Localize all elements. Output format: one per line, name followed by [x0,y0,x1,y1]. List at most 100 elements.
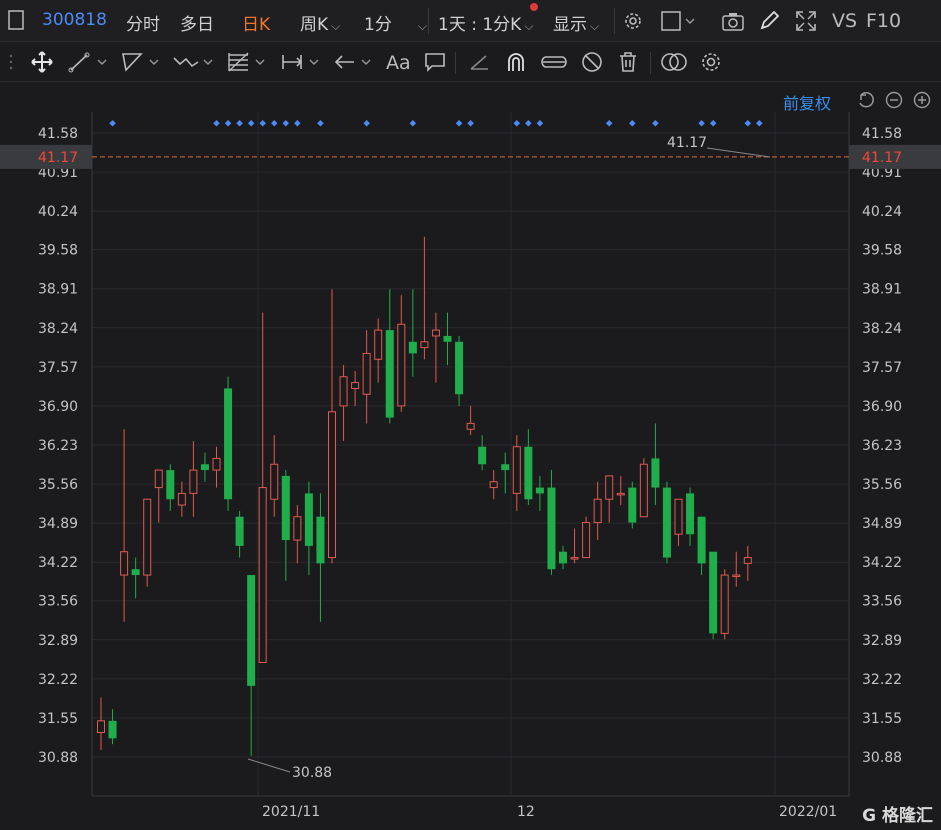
pencil-icon[interactable] [758,10,780,37]
period-select[interactable]: 1天 : 1分K ⌵ [438,10,533,35]
candle-body-down [385,330,394,418]
candle-body-up [189,469,198,494]
candle-body-down [455,341,464,395]
y-tick-label-left: 36.90 [38,399,78,415]
tab-intraday[interactable]: 分时 [126,10,160,35]
sidebar-toggle-icon[interactable] [8,9,24,36]
tab-multi-day[interactable]: 多日 [180,10,214,35]
candle-body-down [235,516,244,546]
candle-body-down [524,446,533,500]
candle-body-down [535,487,544,494]
line-tool-icon[interactable] [68,50,112,74]
candle-body-up [362,352,371,395]
y-tick-label-right: 40.24 [862,204,902,220]
y-tick-label-left: 39.58 [38,243,78,259]
candle-body-up [593,498,602,524]
tab-daily-k[interactable]: 日K [242,10,270,35]
top-bar: 300818 分时 多日 日K 周K ⌵ 1分 ⌵ 1天 : 1分K ⌵ 显示 ⌵ VS… [0,0,941,42]
y-tick-label-right: 33.56 [862,594,902,610]
candle-body-up [743,557,752,564]
y-tick-label-left: 38.91 [38,282,78,298]
y-tick-label-left: 30.88 [38,750,78,766]
candle [628,481,637,529]
candle-body-down [108,720,117,739]
zoom-in-icon[interactable] [913,91,931,109]
y-tick-label-left: 34.22 [38,555,78,571]
candle [639,458,648,518]
candle-body-down [166,470,175,500]
candle [720,569,729,640]
link-icon[interactable] [541,50,567,74]
fib-tool-icon[interactable] [226,50,270,74]
reset-icon[interactable] [857,91,875,109]
trash-icon[interactable] [617,50,639,74]
arrow-tool-icon[interactable] [332,50,376,74]
candle-body-up [258,487,267,664]
candle-body-down [628,487,637,523]
candle-body-down [662,487,671,558]
ruler-icon[interactable] [468,50,492,74]
move-icon[interactable] [30,50,54,74]
y-tick-label-left: 31.55 [38,711,78,727]
x-axis: 2021/11 12 2022/01 [262,804,837,820]
tool-settings-icon[interactable] [699,50,723,74]
y-tick-label-right: 36.90 [862,399,902,415]
candlestick-chart[interactable]: 41.5840.9140.2439.5838.9138.2437.5736.90… [0,112,941,830]
candle-body-up [605,475,614,500]
candle-body-down [304,493,313,546]
y-tick-label-left: 33.56 [38,594,78,610]
candle-body-up [616,492,625,496]
candle-body-down [131,569,140,576]
candle-body-down [709,551,718,634]
layout-icon[interactable] [661,10,697,37]
tab-minute[interactable]: 1分 ⌵ [364,10,427,35]
candle-body-up [177,492,186,506]
candle-body-up [720,574,729,634]
text-tool[interactable]: Aa [386,52,411,76]
current-price-label-left: 41.17 [38,150,78,166]
settings-icon[interactable] [622,10,644,37]
candle-body-down [501,464,510,471]
candle-body-up [674,498,683,535]
y-tick-label-right: 36.23 [862,438,902,454]
x-tick-label: 12 [517,804,535,820]
candle-body-up [339,376,348,407]
y-tick-label-right: 38.24 [862,321,902,337]
x-tick-label: 2021/11 [262,804,320,820]
magnet-icon[interactable] [504,50,528,74]
y-tick-label-right: 38.91 [862,282,902,298]
candle-body-up [397,323,406,407]
candle-body-up [639,463,648,518]
candle [143,498,152,587]
comment-tool-icon[interactable] [423,50,447,74]
candle-body-up [489,481,498,489]
measure-tool-icon[interactable] [280,50,324,74]
candle-body-down [247,575,256,686]
y-tick-label-right: 39.58 [862,243,902,259]
zoom-out-icon[interactable] [885,91,903,109]
polyline-tool-icon[interactable] [120,50,164,74]
low-annotation-label: 30.88 [292,765,332,781]
y-tick-label-right: 34.22 [862,555,902,571]
candle-body-down [224,388,233,500]
stock-code: 300818 [42,10,107,30]
hide-icon[interactable] [580,50,604,74]
overlay-icon[interactable] [660,50,688,74]
y-tick-label-right: 37.57 [862,360,902,376]
candle-body-up [466,422,475,430]
y-tick-label-right: 32.22 [862,672,902,688]
toolbar-divider [455,52,456,74]
candle-body-down [478,446,487,465]
vs-button[interactable]: VS [832,10,857,32]
fullscreen-icon[interactable] [795,10,817,37]
tab-weekly-k[interactable]: 周K ⌵ [300,10,340,35]
camera-icon[interactable] [721,10,745,37]
f10-button[interactable]: F10 [866,10,901,32]
y-tick-label-left: 34.89 [38,516,78,532]
candle-body-up [97,720,105,734]
price-adjust-select[interactable]: 前复权 [783,90,831,114]
candle-body-up [212,457,221,471]
display-menu[interactable]: 显示 ⌵ [553,10,599,35]
y-tick-label-left: 38.24 [38,321,78,337]
wave-tool-icon[interactable] [172,50,216,74]
